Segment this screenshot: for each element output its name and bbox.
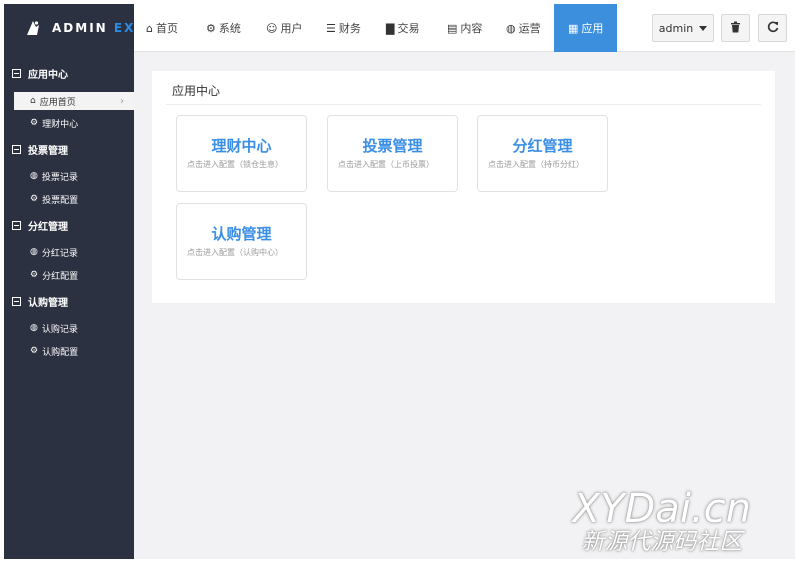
bar-chart-icon: ▇	[386, 21, 395, 35]
card-title: 认购管理	[211, 225, 272, 243]
sidebar-item-finance-center[interactable]: ⚙ 理财中心	[14, 114, 136, 132]
sidebar-group-dividend[interactable]: 分红管理	[12, 218, 68, 233]
document-icon: ▤	[447, 21, 458, 35]
nav-label: 首页	[155, 22, 178, 35]
nav-apps[interactable]: ▦ 应用	[554, 4, 618, 52]
list-icon: ☰	[326, 21, 336, 35]
nav-system[interactable]: ⚙ 系统	[206, 4, 241, 52]
sidebar-item-vote-records[interactable]: ◍ 投票记录	[14, 167, 136, 185]
globe-icon: ◍	[30, 323, 38, 333]
nav-finance[interactable]: ☰ 财务	[326, 4, 361, 52]
nav-users[interactable]: ☺ 用户	[266, 4, 302, 52]
sidebar-group-label: 分红管理	[28, 222, 68, 233]
gear-icon: ⚙	[30, 118, 39, 128]
sidebar-item-label: 分红配置	[42, 271, 79, 282]
user-name: admin	[658, 21, 694, 35]
card-dividend[interactable]: 分红管理 点击进入配置（持币分红）	[477, 115, 608, 192]
nav-trade[interactable]: ▇ 交易	[386, 4, 419, 52]
card-title: 分红管理	[512, 137, 573, 155]
card-subtitle: 点击进入配置（锁仓生息）	[187, 160, 283, 169]
sidebar-item-vote-config[interactable]: ⚙ 投票配置	[14, 190, 136, 208]
sidebar-group-label: 应用中心	[28, 70, 68, 81]
sidebar-item-dividend-records[interactable]: ◍ 分红记录	[14, 243, 136, 261]
card-finance-center[interactable]: 理财中心 点击进入配置（锁仓生息）	[176, 115, 307, 192]
sidebar-item-label: 认购配置	[42, 347, 79, 358]
card-subscription[interactable]: 认购管理 点击进入配置（认购中心）	[176, 203, 307, 280]
nav-content[interactable]: ▤ 内容	[447, 4, 482, 52]
clear-cache-button[interactable]	[721, 14, 750, 42]
card-voting[interactable]: 投票管理 点击进入配置（上币投票）	[327, 115, 458, 192]
user-menu-button[interactable]: admin	[652, 14, 714, 42]
page-title: 应用中心	[172, 84, 221, 98]
card-subtitle: 点击进入配置（认购中心）	[187, 248, 283, 257]
refresh-icon	[767, 21, 779, 36]
collapse-icon	[12, 297, 21, 306]
sidebar-group-label: 投票管理	[28, 146, 68, 157]
sidebar-item-label: 应用首页	[39, 97, 76, 108]
grid-icon: ▦	[568, 21, 579, 35]
nav-label: 用户	[280, 22, 303, 35]
divider	[166, 104, 761, 105]
nav-label: 运营	[518, 22, 541, 35]
sidebar-group-subscription[interactable]: 认购管理	[12, 294, 68, 309]
sidebar-group-label: 认购管理	[28, 298, 68, 309]
brand-name: ADMIN EX	[52, 21, 136, 35]
admin-app: ADMIN EX ⌂ 首页 ⚙ 系统 ☺ 用户 ☰ 财务 ▇ 交易 ▤ 内容 ◍	[4, 4, 795, 559]
sidebar-item-subscription-config[interactable]: ⚙ 认购配置	[14, 342, 136, 360]
card-title: 理财中心	[211, 137, 272, 155]
globe-icon: ◍	[506, 21, 516, 35]
watermark-caption: 新源代源码社区	[581, 529, 743, 555]
nav-label: 财务	[338, 22, 361, 35]
sidebar-item-label: 投票配置	[42, 195, 79, 206]
home-icon: ⌂	[30, 96, 36, 106]
app-center-panel: 应用中心 理财中心 点击进入配置（锁仓生息） 投票管理 点击进入配置（上币投票）…	[152, 71, 775, 303]
sidebar-group-voting[interactable]: 投票管理	[12, 142, 68, 157]
user-icon: ☺	[266, 21, 278, 35]
collapse-icon	[12, 221, 21, 230]
globe-icon: ◍	[30, 171, 38, 181]
brand-logo[interactable]: ADMIN EX	[4, 4, 134, 52]
gear-icon: ⚙	[206, 21, 216, 35]
home-icon: ⌂	[146, 21, 153, 35]
sidebar-item-subscription-records[interactable]: ◍ 认购记录	[14, 319, 136, 337]
nav-label: 应用	[581, 22, 604, 35]
sidebar-group-apps[interactable]: 应用中心	[12, 66, 68, 81]
sidebar-item-app-home[interactable]: ⌂ 应用首页 ›	[14, 92, 134, 110]
collapse-icon	[12, 69, 21, 78]
sidebar-item-label: 分红记录	[41, 248, 78, 259]
nav-operations[interactable]: ◍ 运营	[506, 4, 541, 52]
collapse-icon	[12, 145, 21, 154]
sidebar-item-label: 认购记录	[41, 324, 78, 335]
watermark-domain: XYDai.cn	[572, 486, 751, 532]
refresh-button[interactable]	[758, 14, 787, 42]
card-subtitle: 点击进入配置（持币分红）	[488, 160, 584, 169]
nav-label: 系统	[218, 22, 241, 35]
trash-icon	[730, 21, 741, 36]
gear-icon: ⚙	[30, 194, 39, 204]
caret-down-icon	[699, 25, 708, 31]
globe-icon: ◍	[30, 247, 38, 257]
sidebar-item-dividend-config[interactable]: ⚙ 分红配置	[14, 266, 136, 284]
gear-icon: ⚙	[30, 346, 39, 356]
sidebar-item-label: 理财中心	[42, 119, 79, 130]
sidebar: 应用中心 ⌂ 应用首页 › ⚙ 理财中心 投票管理 ◍ 投票记录 ⚙ 投票配置 …	[4, 52, 134, 559]
sidebar-item-label: 投票记录	[41, 172, 78, 183]
nav-label: 内容	[460, 22, 483, 35]
chevron-right-icon: ›	[120, 95, 124, 107]
watermark: XYDai.cn 新源代源码社区	[573, 489, 751, 555]
card-title: 投票管理	[362, 137, 423, 155]
gear-icon: ⚙	[30, 270, 39, 280]
nav-home[interactable]: ⌂ 首页	[146, 4, 178, 52]
nav-label: 交易	[397, 22, 420, 35]
logo-icon	[24, 19, 42, 37]
card-subtitle: 点击进入配置（上币投票）	[338, 160, 434, 169]
top-navigation: ⌂ 首页 ⚙ 系统 ☺ 用户 ☰ 财务 ▇ 交易 ▤ 内容 ◍ 运营 ▦ 应用	[134, 4, 795, 52]
